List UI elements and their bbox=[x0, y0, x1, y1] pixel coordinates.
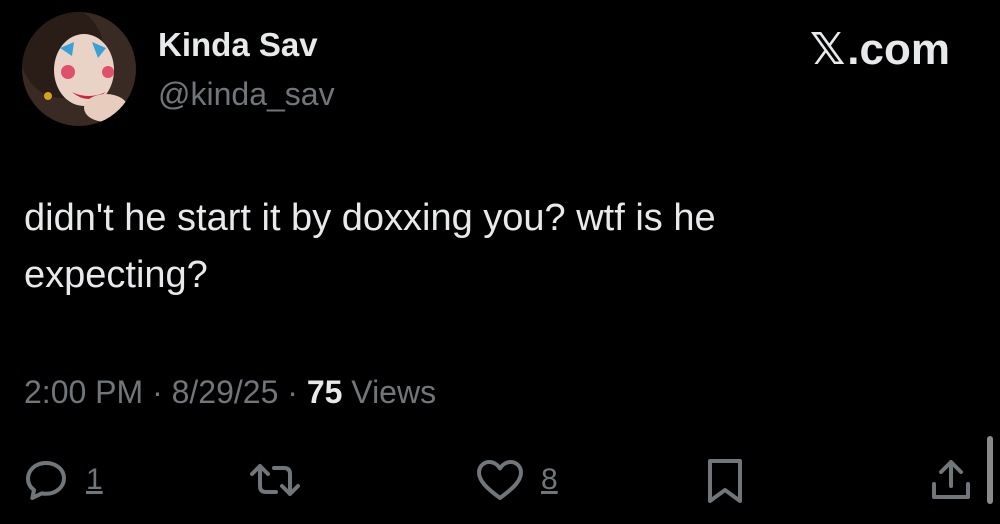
x-logo-icon: 𝕏 bbox=[809, 25, 846, 74]
share-icon bbox=[932, 460, 970, 499]
tweet-text: didn't he start it by doxxing you? wtf i… bbox=[24, 197, 716, 296]
reply-button[interactable]: 1 bbox=[22, 456, 103, 504]
retweet-button[interactable] bbox=[248, 456, 302, 504]
bookmark-button[interactable] bbox=[704, 456, 746, 506]
tweet-time[interactable]: 2:00 PM bbox=[24, 374, 143, 410]
author-handle[interactable]: @kinda_sav bbox=[158, 76, 335, 113]
heart-icon bbox=[477, 460, 523, 500]
reply-count[interactable]: 1 bbox=[86, 463, 103, 497]
share-button[interactable] bbox=[928, 456, 974, 504]
avatar-image bbox=[22, 12, 136, 126]
views-label: Views bbox=[342, 374, 437, 410]
scrollbar[interactable] bbox=[987, 436, 993, 504]
avatar[interactable] bbox=[22, 12, 136, 126]
like-button[interactable]: 8 bbox=[475, 456, 558, 504]
meta-separator: · bbox=[278, 374, 307, 410]
retweet-icon bbox=[250, 464, 300, 496]
tweet-actions: 1 8 bbox=[0, 452, 1000, 512]
bookmark-icon bbox=[708, 459, 742, 503]
tweet-meta: 2:00 PM · 8/29/25 · 75 Views bbox=[24, 374, 436, 411]
x-com-brand: 𝕏 .com bbox=[810, 24, 950, 75]
views-count: 75 bbox=[306, 374, 343, 410]
meta-separator: · bbox=[143, 374, 172, 410]
brand-domain: .com bbox=[847, 24, 950, 74]
like-count[interactable]: 8 bbox=[541, 463, 558, 497]
reply-icon bbox=[26, 461, 66, 500]
author-display-name[interactable]: Kinda Sav bbox=[158, 26, 318, 64]
tweet-date[interactable]: 8/29/25 bbox=[172, 374, 279, 410]
